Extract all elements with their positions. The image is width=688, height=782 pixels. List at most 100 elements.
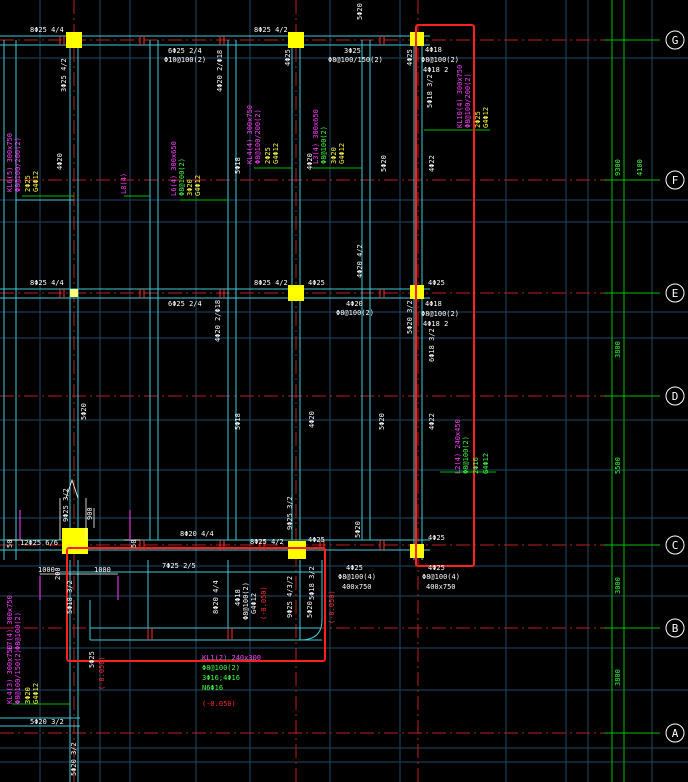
axis-label: C bbox=[672, 539, 679, 552]
label-mid-d: 5Φ20 bbox=[380, 155, 388, 172]
label-e-col-b: 4Φ25 bbox=[428, 279, 445, 287]
label-c-far-right-top: 4Φ25 bbox=[428, 564, 445, 572]
axis-bubble-b: B bbox=[665, 618, 685, 638]
label-l3-side: G4Φ12 bbox=[338, 143, 346, 164]
label-top-col-a: 4Φ25 bbox=[284, 49, 292, 66]
label-kl4-top: 2Φ25 bbox=[264, 147, 272, 164]
label-left-beam-stirrup: Φ8@100/200(2) bbox=[14, 137, 22, 192]
axis-bubble-g: G bbox=[665, 30, 685, 50]
label-b-level: (-0.050) bbox=[98, 656, 106, 690]
label-right-beam-stirrup: Φ8@100/200(2) bbox=[464, 73, 472, 128]
label-a-col-bottom: 5Φ20 3/2 bbox=[70, 742, 78, 776]
axis-bubble-d: D bbox=[665, 386, 685, 406]
axis-bubble-c: C bbox=[665, 535, 685, 555]
label-top-mid-span: 6Φ25 2/4 bbox=[168, 47, 202, 55]
label-top-right-stirrup: Φ8@100/150(2) bbox=[328, 56, 383, 64]
label-top-col-b: 4Φ25 bbox=[406, 49, 414, 66]
dim-b-a: 3800 bbox=[614, 669, 622, 686]
label-kl4-side: G4Φ12 bbox=[272, 143, 280, 164]
label-right-beam-label: KL10(4) 300x750 bbox=[456, 65, 464, 128]
label-c-1000a: 1000 bbox=[38, 566, 55, 574]
label-e-col-g: 6Φ18 3/2 bbox=[428, 328, 436, 362]
label-e-right-stirrup: Φ8@100(2) bbox=[336, 309, 374, 317]
label-top-col-left: 3Φ25 4/2 bbox=[60, 58, 68, 92]
label-top-mid-bars: 8Φ25 4/2 bbox=[254, 26, 288, 34]
label-c-sub-h: 5Φ20 bbox=[306, 601, 314, 618]
label-c-sub-f: 9Φ25 4/3/2 bbox=[286, 576, 294, 618]
label-right-beam-side: G4Φ12 bbox=[482, 107, 490, 128]
label-c-mid-right-sec: 400x750 bbox=[342, 583, 372, 591]
label-c-left-bars: 12Φ25 6/6 bbox=[20, 539, 58, 547]
label-top-right-bars: 5Φ20 3/2 bbox=[356, 0, 364, 20]
label-c-dim-a: 5Φ20 bbox=[354, 521, 362, 538]
label-top-col-e: 4Φ18 2 bbox=[423, 66, 448, 74]
label-top-col-c: 4Φ18 bbox=[425, 46, 442, 54]
label-right-beam-top: 2Φ25 bbox=[474, 111, 482, 128]
label-top-mid-stirrup: Φ10@100(2) bbox=[164, 56, 206, 64]
label-c-top-right: 8Φ25 4/2 bbox=[250, 538, 284, 546]
column-c-2 bbox=[288, 541, 306, 559]
label-c-far-right-sec: 400x750 bbox=[426, 583, 456, 591]
label-kl4: KL4(4) 300x750 bbox=[246, 105, 254, 164]
label-l2-side: G4Φ12 bbox=[482, 453, 490, 474]
axis-label: G bbox=[672, 34, 679, 47]
label-c-50b: 50 bbox=[130, 540, 138, 548]
column-g-2 bbox=[288, 32, 304, 48]
label-l2: L2(4) 240x450 bbox=[454, 419, 462, 474]
label-l3-top: 3Φ20 bbox=[330, 147, 338, 164]
label-top-left-bars: 8Φ25 4/4 bbox=[30, 26, 64, 34]
label-c-sub-b: 4Φ18 bbox=[234, 589, 242, 606]
label-kl4-stirrup: Φ8@100/200(2) bbox=[254, 109, 262, 164]
label-e-col-d: Φ8@100(2) bbox=[421, 310, 459, 318]
label-c-900: 900 bbox=[86, 507, 94, 520]
label-b-left-top: 3Φ20 bbox=[24, 687, 32, 704]
label-kl1-elev: (-0.050) bbox=[202, 700, 236, 708]
axis-label: D bbox=[672, 390, 679, 403]
label-c-1000b: 1000 bbox=[94, 566, 111, 574]
label-d-col-c: 4Φ20 bbox=[308, 411, 316, 428]
label-top-right-span: 3Φ25 bbox=[344, 47, 361, 55]
label-b-left-label: KL4(3) 300x750 bbox=[6, 645, 14, 704]
axis-label: E bbox=[672, 287, 679, 300]
label-e-col-e: 4Φ18 2 bbox=[423, 320, 448, 328]
label-e-col-f: 5Φ20 3/2 bbox=[406, 300, 414, 334]
dim-e-d: 3800 bbox=[614, 341, 622, 358]
dim-g-f-sub: 4100 bbox=[636, 159, 644, 176]
label-c-200: 200 bbox=[54, 567, 62, 580]
label-left-beam-label: KL6(5) 300x750 bbox=[6, 133, 14, 192]
label-d-col-b: 5Φ18 bbox=[234, 413, 242, 430]
label-c-left-span: 8Φ20 4/4 bbox=[180, 530, 214, 538]
label-top-col-mid: 4Φ20 2/Φ18 bbox=[216, 50, 224, 92]
label-b-left-side: G4Φ12 bbox=[32, 683, 40, 704]
label-c-sub-d: G4Φ12 bbox=[250, 593, 258, 614]
dim-d-c: 5500 bbox=[614, 457, 622, 474]
label-e-col-c: 4Φ18 bbox=[425, 300, 442, 308]
label-c-far-right: Φ8@100(4) bbox=[422, 573, 460, 581]
label-mid-a: 4Φ20 bbox=[56, 153, 64, 170]
axis-bubble-f: F bbox=[665, 170, 685, 190]
label-l6-top: 3Φ20 bbox=[186, 179, 194, 196]
label-c-sub-span: 7Φ25 2/5 bbox=[162, 562, 196, 570]
label-kl1: KL1(2) 240x300 bbox=[202, 654, 261, 662]
label-l7-stirrup: Φ8@100(2) bbox=[14, 612, 22, 650]
label-a-left-bars: 5Φ20 3/2 bbox=[30, 718, 64, 726]
label-c-col-left-a: 5Φ18 3/2 bbox=[66, 580, 74, 614]
label-e-left-bars: 8Φ25 4/4 bbox=[30, 279, 64, 287]
label-c-col-label: 9Φ25 3/2 bbox=[286, 496, 294, 530]
label-mid-c: 4Φ20 bbox=[306, 153, 314, 170]
label-c-edge: 9Φ25 3/2 bbox=[62, 488, 70, 522]
cad-structural-plan[interactable]: G F E D C B A 8Φ25 4/4 8Φ25 4/2 5Φ20 3/2 6Φ25 … bbox=[0, 0, 688, 782]
label-l3-stirrup: Φ8@100(2) bbox=[320, 126, 328, 164]
axis-label: A bbox=[672, 727, 679, 740]
column-e-1 bbox=[288, 285, 304, 301]
label-l7: L7(4) 300x750 bbox=[6, 595, 14, 650]
label-e-right-span: 4Φ20 bbox=[346, 300, 363, 308]
label-kl1-side: N6Φ16 bbox=[202, 684, 223, 692]
label-mid-e: 4Φ22 bbox=[428, 155, 436, 172]
label-right-beam-a: 5Φ18 3/2 bbox=[426, 74, 434, 108]
label-c-sub-c: Φ8@100(2) bbox=[242, 582, 250, 620]
label-e-col-a: 4Φ25 bbox=[308, 279, 325, 287]
column-g-1 bbox=[66, 32, 82, 48]
label-e-mid-bars: 8Φ25 4/2 bbox=[254, 279, 288, 287]
label-l6: L6(4) 300x650 bbox=[170, 141, 178, 196]
